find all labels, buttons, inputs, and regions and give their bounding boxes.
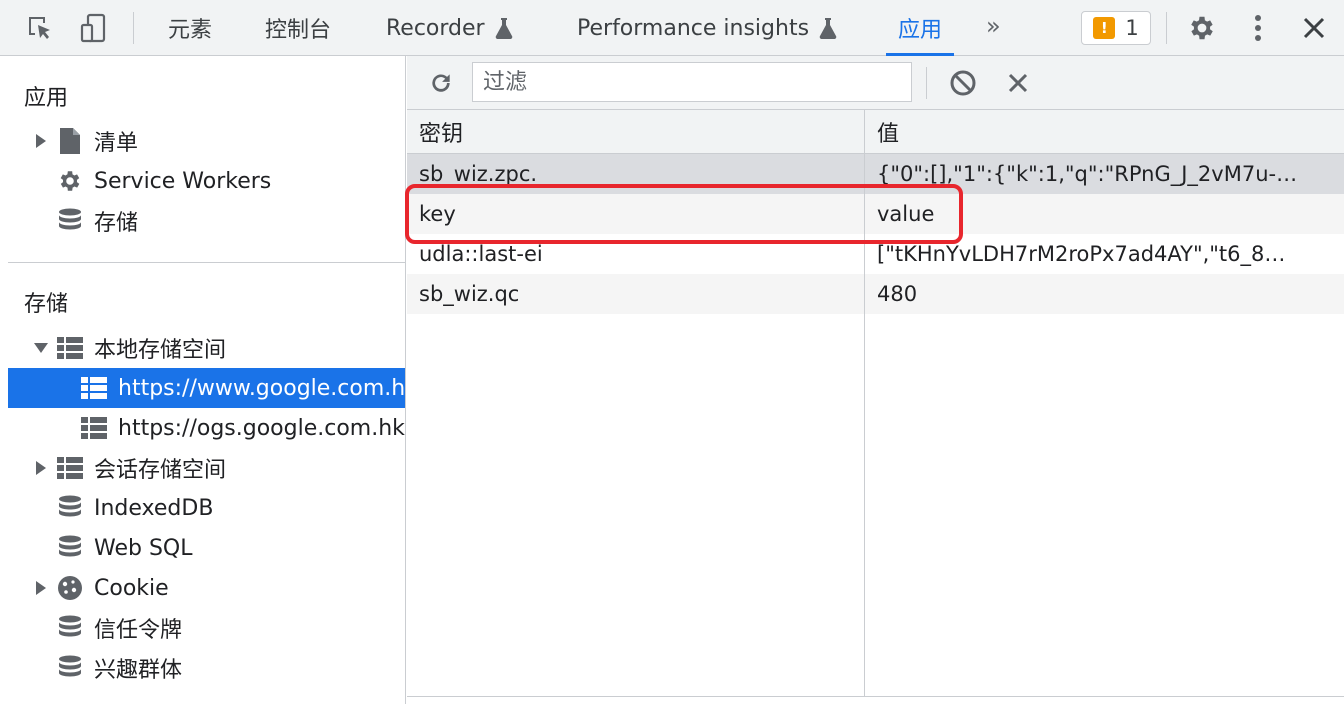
sidebar-item-manifest[interactable]: 清单 (0, 121, 405, 161)
column-header-key[interactable]: 密钥 (407, 110, 463, 154)
section-title-storage: 存储 (24, 292, 69, 317)
document-icon (57, 128, 83, 154)
sidebar-item-label: 存储 (94, 211, 139, 236)
gear-icon (57, 168, 83, 194)
sidebar-item-label: https://ogs.google.com.hk (118, 415, 405, 441)
tab-console[interactable]: 控制台 (265, 0, 331, 56)
collapse-arrow-icon[interactable] (34, 343, 48, 353)
database-icon (57, 495, 83, 521)
devtools-toolbar: 元素 控制台 Recorder Performance insights 应用 … (0, 0, 1344, 56)
inspect-element-icon[interactable] (22, 10, 58, 46)
tab-label: Recorder (386, 15, 485, 41)
sidebar-item-label: Web SQL (94, 535, 193, 561)
sidebar-item-label: 兴趣群体 (94, 658, 183, 683)
value-cell: {"0":[],"1":{"k":1,"q":"RPnG_J_2vM7u-… (877, 162, 1298, 186)
sidebar-item-local-storage[interactable]: 本地存储空间 (0, 328, 405, 368)
column-divider[interactable] (864, 110, 865, 696)
table-row[interactable]: key value (407, 194, 1344, 234)
experiment-flask-icon (819, 18, 837, 39)
issues-counter-button[interactable]: ! 1 (1081, 11, 1151, 45)
close-devtools-icon[interactable] (1296, 10, 1332, 46)
sidebar-item-interest-groups[interactable]: 兴趣群体 (0, 648, 405, 688)
expand-arrow-icon[interactable] (36, 581, 46, 595)
table-row[interactable]: udla::last-ei ["tKHnYvLDH7rM2roPx7ad4AY"… (407, 234, 1344, 274)
key-cell: udla::last-ei (419, 242, 543, 266)
issues-count: 1 (1125, 16, 1139, 40)
key-cell: sb_wiz.zpc. (419, 162, 538, 186)
application-sidebar: 应用 清单 Service Workers 存储 存储 本地存储空间 https… (0, 56, 406, 704)
experiment-flask-icon (495, 18, 512, 39)
issue-warning-icon: ! (1093, 17, 1116, 39)
key-cell: sb_wiz.qc (419, 282, 520, 306)
clear-all-block-icon[interactable] (945, 65, 981, 101)
tab-label: 元素 (168, 18, 213, 43)
column-header-value[interactable]: 值 (865, 110, 899, 154)
sidebar-item-service-workers[interactable]: Service Workers (0, 161, 405, 201)
toolbar-separator (1166, 12, 1167, 44)
sidebar-item-label: 信任令牌 (94, 618, 183, 643)
sidebar-item-web-sql[interactable]: Web SQL (0, 528, 405, 568)
table-row[interactable]: sb_wiz.qc 480 (407, 274, 1344, 314)
database-icon (57, 535, 83, 561)
tab-label: 控制台 (265, 18, 332, 43)
table-grid-icon (57, 455, 83, 481)
storage-filter-bar (407, 56, 1344, 110)
sidebar-item-session-storage[interactable]: 会话存储空间 (0, 448, 405, 488)
storage-table-header: 密钥 值 (407, 110, 1344, 154)
sidebar-item-label: Service Workers (94, 168, 272, 194)
more-tabs-chevron-icon[interactable]: » (986, 12, 1001, 40)
delete-selected-close-icon[interactable] (1000, 65, 1036, 101)
tab-elements[interactable]: 元素 (168, 0, 212, 56)
tab-performance-insights[interactable]: Performance insights (577, 0, 837, 56)
database-icon (57, 208, 83, 234)
sidebar-item-cookie[interactable]: Cookie (0, 568, 405, 608)
device-toolbar-icon[interactable] (76, 10, 112, 46)
refresh-icon[interactable] (423, 65, 459, 101)
preview-divider[interactable] (407, 696, 1344, 697)
tab-recorder[interactable]: Recorder (386, 0, 513, 56)
value-cell: 480 (877, 282, 918, 306)
tab-label: 应用 (898, 18, 943, 43)
cookie-icon (57, 575, 83, 601)
sidebar-item-label: 会话存储空间 (94, 458, 227, 483)
sidebar-item-local-storage-ogs-google[interactable]: https://ogs.google.com.hk (0, 408, 405, 448)
sidebar-item-local-storage-www-google[interactable]: https://www.google.com.hk (8, 368, 406, 408)
database-icon (57, 655, 83, 681)
value-cell: value (877, 202, 935, 226)
sidebar-item-storage[interactable]: 存储 (0, 201, 405, 241)
section-divider (8, 262, 405, 263)
toolbar-separator (133, 12, 134, 44)
toolbar-separator (926, 67, 927, 99)
value-cell: ["tKHnYvLDH7rM2roPx7ad4AY","t6_8… (877, 242, 1286, 266)
filter-input[interactable] (472, 62, 912, 102)
expand-arrow-icon[interactable] (36, 134, 46, 148)
tab-label: Performance insights (577, 15, 810, 41)
sidebar-item-label: IndexedDB (94, 495, 214, 521)
sidebar-item-indexeddb[interactable]: IndexedDB (0, 488, 405, 528)
sidebar-item-label: Cookie (94, 575, 169, 601)
table-grid-icon (81, 415, 107, 441)
storage-main-panel: 密钥 值 sb_wiz.zpc. {"0":[],"1":{"k":1,"q":… (407, 56, 1344, 704)
table-grid-icon (81, 375, 107, 401)
sidebar-item-trust-tokens[interactable]: 信任令牌 (0, 608, 405, 648)
section-title-application: 应用 (24, 86, 69, 111)
database-icon (57, 615, 83, 641)
expand-arrow-icon[interactable] (36, 461, 46, 475)
tab-application[interactable]: 应用 (885, 0, 955, 56)
key-cell: key (419, 202, 456, 226)
more-options-kebab-icon[interactable] (1240, 10, 1276, 46)
settings-gear-icon[interactable] (1184, 10, 1220, 46)
sidebar-item-label: 本地存储空间 (94, 338, 227, 363)
sidebar-item-label: 清单 (94, 131, 139, 156)
table-row[interactable]: sb_wiz.zpc. {"0":[],"1":{"k":1,"q":"RPnG… (407, 154, 1344, 194)
sidebar-item-label: https://www.google.com.hk (118, 375, 406, 401)
table-grid-icon (57, 335, 83, 361)
